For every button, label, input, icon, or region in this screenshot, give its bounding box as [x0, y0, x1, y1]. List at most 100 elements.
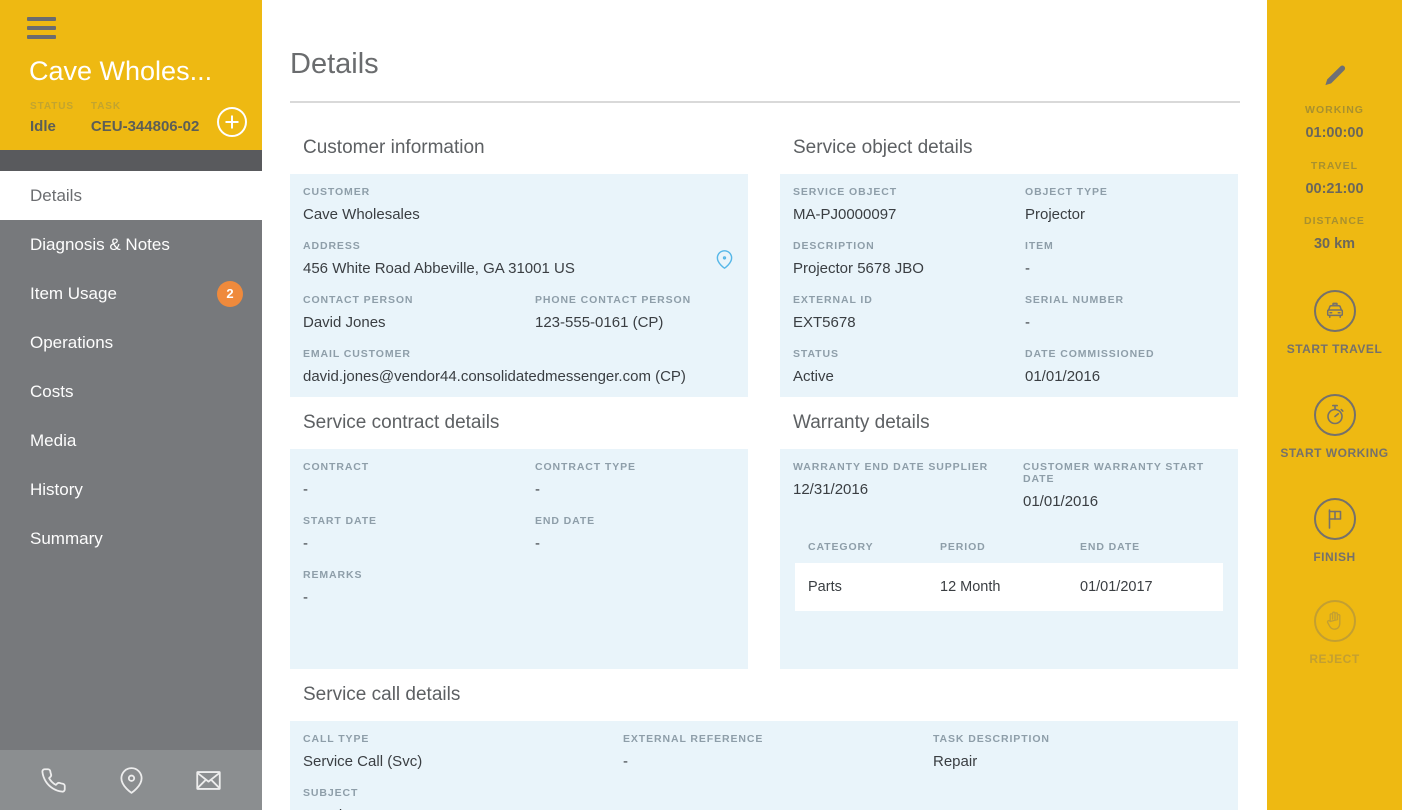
section-title-service-call-details: Service call details	[303, 684, 461, 705]
warranty-panel: WARRANTY END DATE SUPPLIER 12/31/2016 CU…	[780, 449, 1238, 669]
field-label: EXTERNAL ID	[793, 294, 873, 306]
sidebar-item-details[interactable]: Details	[0, 171, 262, 220]
field-value: -	[535, 535, 540, 552]
sidebar-item-label: Media	[30, 430, 77, 450]
field-phone-contact-person: PHONE CONTACT PERSON 123-555-0161 (CP)	[535, 294, 733, 332]
field-value: 01/01/2016	[1025, 368, 1101, 385]
field-label: DATE COMMISSIONED	[1025, 348, 1155, 360]
start-travel-button[interactable]: START TRAVEL	[1267, 290, 1402, 356]
section-title-customer-information: Customer information	[303, 137, 485, 158]
field-label: CONTRACT TYPE	[535, 461, 636, 473]
finish-button[interactable]: FINISH	[1267, 498, 1402, 564]
map-pin-icon[interactable]	[118, 766, 145, 794]
field-value: -	[623, 753, 628, 770]
field-label: CUSTOMER WARRANTY START DATE	[1023, 461, 1205, 485]
edit-pencil-icon[interactable]	[1322, 63, 1347, 88]
reject-button[interactable]: REJECT	[1267, 600, 1402, 666]
field-contract-type: CONTRACT TYPE -	[535, 461, 733, 499]
field-address: ADDRESS 456 White Road Abbeville, GA 310…	[303, 240, 733, 278]
cell-category: Parts	[808, 579, 842, 595]
field-label: CALL TYPE	[303, 733, 370, 745]
field-value: -	[303, 535, 308, 552]
field-remarks: REMARKS -	[303, 569, 733, 607]
field-warranty-end-date-supplier: WARRANTY END DATE SUPPLIER 12/31/2016	[793, 461, 1023, 511]
field-value: -	[1025, 260, 1030, 277]
add-icon[interactable]	[217, 107, 247, 137]
reject-label: REJECT	[1309, 652, 1360, 666]
field-call-type: CALL TYPE Service Call (Svc)	[303, 733, 623, 771]
task-label: TASK	[90, 101, 122, 112]
sidebar-item-item-usage[interactable]: Item Usage 2	[0, 269, 262, 318]
field-customer: CUSTOMER Cave Wholesales	[303, 186, 733, 224]
field-label: ADDRESS	[303, 240, 361, 252]
customer-information-panel: CUSTOMER Cave Wholesales ADDRESS 456 Whi…	[290, 174, 748, 397]
sidebar-nav: Details Diagnosis & Notes Item Usage 2 Op…	[0, 171, 262, 563]
field-label: EMAIL CUSTOMER	[303, 348, 411, 360]
sidebar-item-diagnosis-notes[interactable]: Diagnosis & Notes	[0, 220, 262, 269]
field-label: END DATE	[535, 515, 596, 527]
contact-action-bar	[0, 750, 262, 810]
column-header-end-date: END DATE	[1080, 541, 1141, 553]
field-value: Repair	[933, 753, 978, 770]
address-map-pin-icon[interactable]	[715, 250, 734, 269]
field-date-commissioned: DATE COMMISSIONED 01/01/2016	[1025, 348, 1223, 386]
sidebar-item-costs[interactable]: Costs	[0, 367, 262, 416]
field-value: -	[1025, 314, 1030, 331]
left-column: Customer information CUSTOMER Cave Whole…	[290, 122, 748, 669]
field-end-date: END DATE -	[535, 515, 733, 553]
warranty-table: CATEGORY PERIOD END DATE Parts 12 Month …	[795, 541, 1223, 611]
finish-label: FINISH	[1313, 550, 1356, 564]
field-value: Projector 5678 JBO	[793, 260, 924, 277]
field-value: Cave Wholesales	[303, 206, 420, 223]
start-working-button[interactable]: START WORKING	[1267, 394, 1402, 460]
field-label: OBJECT TYPE	[1025, 186, 1108, 198]
field-label: DESCRIPTION	[793, 240, 875, 252]
field-value: -	[303, 481, 308, 498]
field-label: CUSTOMER	[303, 186, 371, 198]
title-divider	[290, 101, 1240, 103]
warranty-table-header: CATEGORY PERIOD END DATE	[795, 541, 1223, 563]
field-status: STATUS Active	[793, 348, 1025, 386]
field-value: Service Call (Svc)	[303, 753, 423, 770]
field-value: 456 White Road Abbeville, GA 31001 US	[303, 260, 575, 277]
sidebar-item-media[interactable]: Media	[0, 416, 262, 465]
field-value: david.jones@vendor44.consolidatedmesseng…	[303, 368, 686, 385]
sidebar-item-summary[interactable]: Summary	[0, 514, 262, 563]
sidebar-item-label: Operations	[30, 332, 114, 352]
field-contact-person: CONTACT PERSON David Jones	[303, 294, 535, 332]
distance-label: DISTANCE	[1304, 215, 1365, 227]
travel-timer: TRAVEL 00:21:00	[1267, 160, 1402, 197]
sidebar-item-history[interactable]: History	[0, 465, 262, 514]
field-label: WARRANTY END DATE SUPPLIER	[793, 461, 989, 473]
sidebar-divider-strip	[0, 150, 262, 171]
field-value: 01/01/2016	[1023, 493, 1099, 510]
car-icon	[1313, 290, 1356, 332]
phone-icon[interactable]	[40, 767, 67, 794]
start-travel-label: START TRAVEL	[1286, 342, 1383, 356]
sidebar-item-operations[interactable]: Operations	[0, 318, 262, 367]
field-object-type: OBJECT TYPE Projector	[1025, 186, 1223, 224]
sidebar-item-label: History	[30, 479, 83, 499]
task-header: Cave Wholes... STATUS Idle TASK CEU-3448…	[0, 0, 262, 150]
field-value: Projector	[1025, 206, 1086, 223]
mail-icon[interactable]	[195, 767, 222, 794]
field-contract: CONTRACT -	[303, 461, 535, 499]
field-task-description: TASK DESCRIPTION Repair	[933, 733, 1223, 771]
sidebar-item-label: Details	[30, 185, 82, 205]
status-block: STATUS Idle	[30, 101, 74, 135]
start-working-label: START WORKING	[1280, 446, 1389, 460]
service-call-panel: CALL TYPE Service Call (Svc) EXTERNAL RE…	[290, 721, 1238, 810]
field-label: START DATE	[303, 515, 377, 527]
status-label: STATUS	[30, 101, 74, 112]
field-value: 123-555-0161 (CP)	[535, 314, 664, 331]
field-value: 12/31/2016	[793, 481, 869, 498]
field-label: EXTERNAL REFERENCE	[623, 733, 764, 745]
hamburger-menu-icon[interactable]	[27, 17, 56, 41]
main-content: Details Customer information CUSTOMER Ca…	[262, 0, 1267, 810]
field-value: -	[535, 481, 540, 498]
field-value: -	[303, 589, 308, 606]
section-title-service-contract-details: Service contract details	[303, 412, 500, 433]
field-value: EXT5678	[793, 314, 856, 331]
field-label: SUBJECT	[303, 787, 359, 799]
field-label: REMARKS	[303, 569, 363, 581]
